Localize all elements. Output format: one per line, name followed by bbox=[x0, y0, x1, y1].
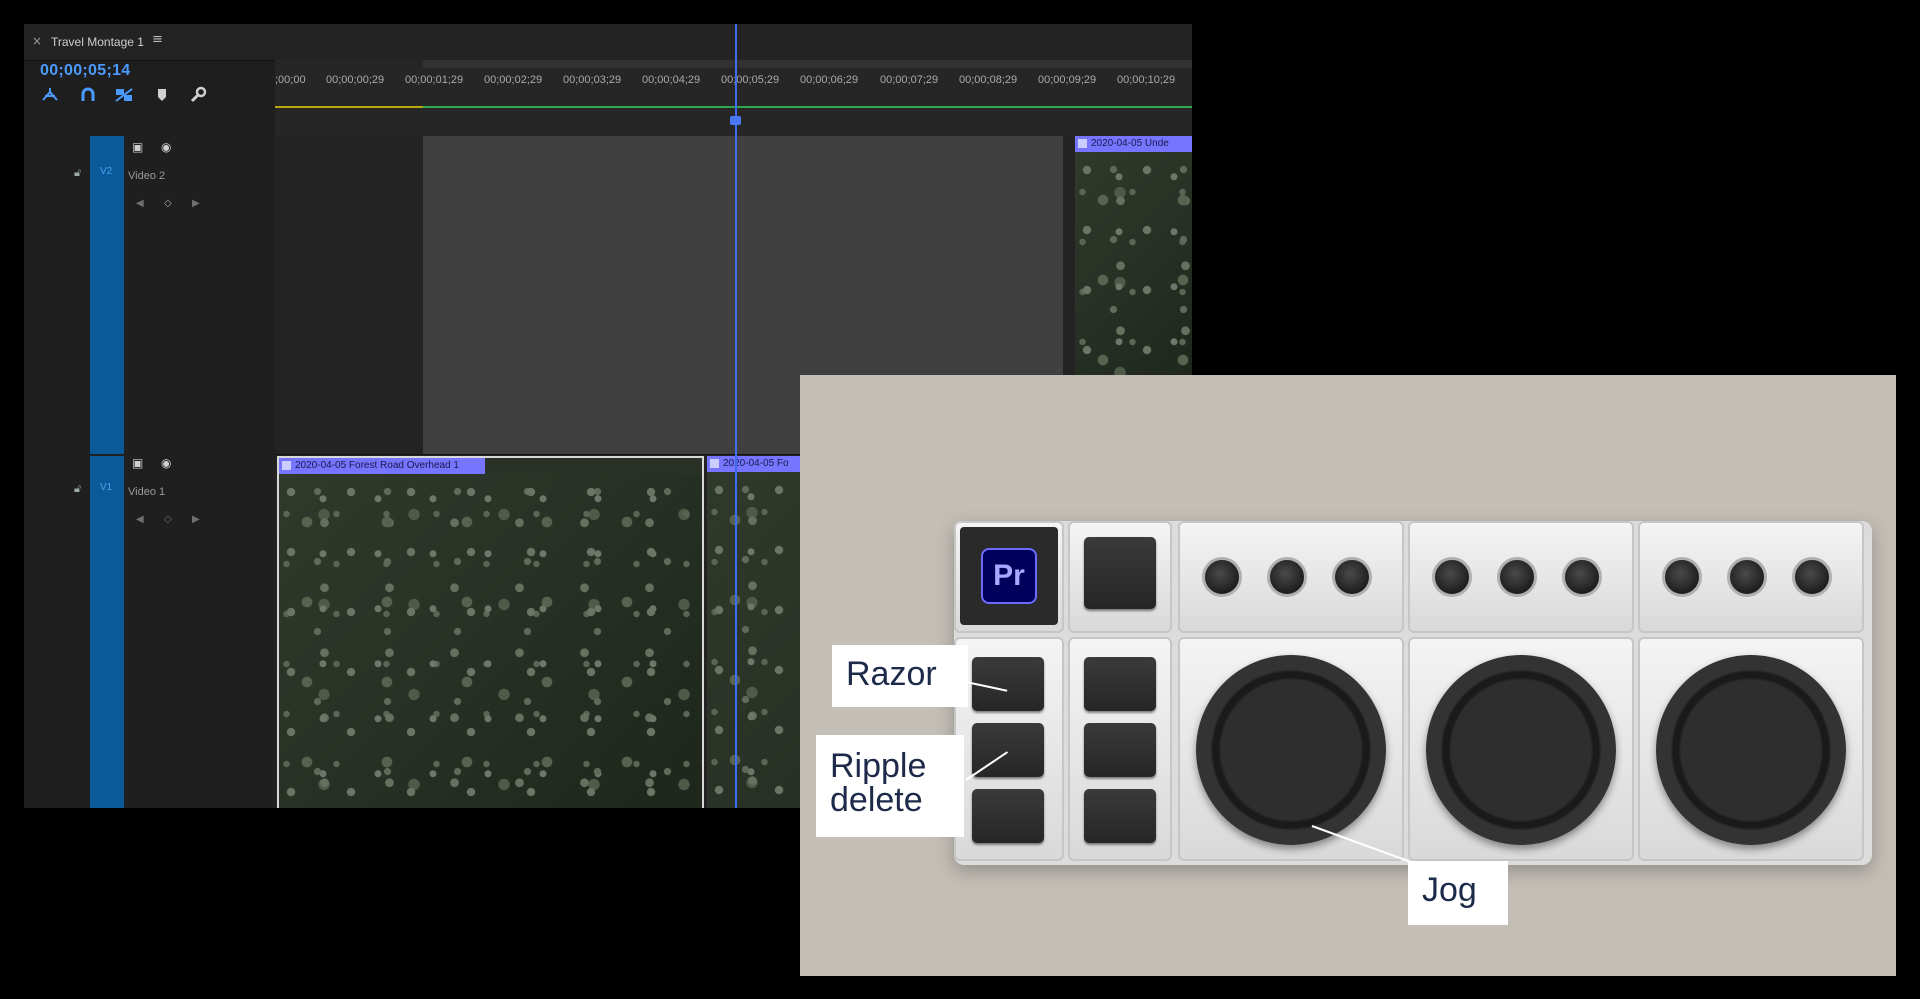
render-bar-unrendered bbox=[275, 106, 423, 108]
next-keyframe-icon[interactable]: ▶ bbox=[192, 514, 200, 525]
track-id-v2: V2 bbox=[100, 166, 113, 177]
fx-badge-icon bbox=[282, 461, 291, 470]
dial-module bbox=[1638, 637, 1864, 861]
ruler-tick: ;00;00 bbox=[275, 74, 306, 86]
control-console: Pr bbox=[954, 521, 1872, 865]
ruler-tick: 00;00;07;29 bbox=[880, 74, 939, 86]
clip-thumbnail bbox=[1075, 152, 1192, 406]
ruler-tick: 00;00;02;29 bbox=[484, 74, 543, 86]
snap-icon[interactable] bbox=[40, 86, 62, 104]
add-keyframe-icon[interactable]: ◇ bbox=[164, 198, 172, 209]
track-id-v1: V1 bbox=[100, 482, 113, 493]
knob bbox=[1432, 557, 1472, 597]
magnet-icon[interactable] bbox=[78, 86, 100, 104]
ruler-tick: 00;00;04;29 bbox=[642, 74, 701, 86]
track-name-v1: Video 1 bbox=[128, 486, 166, 498]
knob bbox=[1727, 557, 1767, 597]
knob bbox=[1497, 557, 1537, 597]
ruler-tick: 00;00;10;29 bbox=[1117, 74, 1176, 86]
prev-keyframe-icon[interactable]: ◀ bbox=[136, 514, 144, 525]
knob bbox=[1202, 557, 1242, 597]
knob-module bbox=[1638, 521, 1864, 633]
knob-module bbox=[1178, 521, 1404, 633]
dial bbox=[1426, 655, 1616, 845]
track-target-v1[interactable] bbox=[90, 456, 124, 808]
knob bbox=[1792, 557, 1832, 597]
app-key: Pr bbox=[960, 527, 1058, 625]
track-target-v2[interactable] bbox=[90, 136, 124, 454]
next-keyframe-icon[interactable]: ▶ bbox=[192, 198, 200, 209]
eye-icon[interactable]: ◉ bbox=[161, 456, 171, 470]
rocker-key bbox=[1084, 537, 1156, 609]
knob bbox=[1332, 557, 1372, 597]
marker-icon[interactable] bbox=[152, 86, 174, 104]
key bbox=[1084, 657, 1156, 711]
add-keyframe-icon[interactable]: ◇ bbox=[164, 514, 172, 525]
wrench-icon[interactable] bbox=[188, 86, 210, 104]
lock-icon[interactable]: 🔓︎ bbox=[74, 482, 81, 496]
dial-module bbox=[1408, 637, 1634, 861]
knob bbox=[1562, 557, 1602, 597]
key-module bbox=[954, 637, 1064, 861]
ruler-tick: 00;00;09;29 bbox=[1038, 74, 1097, 86]
playhead-line[interactable] bbox=[735, 24, 737, 808]
video-clip-selected[interactable]: 2020-04-05 Forest Road Overhead 1 bbox=[277, 456, 704, 808]
editing-console-photo: Pr Razor Ripple delete Jog bbox=[800, 375, 1896, 976]
track-name-v2: Video 2 bbox=[128, 170, 166, 182]
key bbox=[1084, 723, 1156, 777]
toggle-sync-lock-icon[interactable]: ▣ bbox=[132, 140, 143, 154]
ripple-delete-callout: Ripple delete bbox=[816, 735, 964, 837]
ruler-tick: 00;00;06;29 bbox=[800, 74, 859, 86]
linked-selection-icon[interactable] bbox=[114, 86, 136, 104]
jog-dial bbox=[1196, 655, 1386, 845]
jog-callout: Jog bbox=[1408, 861, 1508, 925]
ruler-tick: 00;00;03;29 bbox=[563, 74, 622, 86]
clip-label: 2020-04-05 Forest Road Overhead 1 bbox=[279, 458, 485, 474]
sequence-tab-title[interactable]: Travel Montage 1 bbox=[51, 35, 144, 49]
close-icon[interactable]: × bbox=[32, 34, 42, 48]
clip-label: 2020-04-05 Unde bbox=[1075, 136, 1192, 152]
dial bbox=[1656, 655, 1846, 845]
rocker-module bbox=[1068, 521, 1172, 633]
ruler-tick: 00;00;01;29 bbox=[405, 74, 464, 86]
knob bbox=[1267, 557, 1307, 597]
panel-menu-icon[interactable]: ≡ bbox=[152, 32, 163, 47]
prev-keyframe-icon[interactable]: ◀ bbox=[136, 198, 144, 209]
ruler-tick: 00;00;00;29 bbox=[326, 74, 385, 86]
knob-module bbox=[1408, 521, 1634, 633]
ruler-tick: 00;00;08;29 bbox=[959, 74, 1018, 86]
clip-thumbnail bbox=[279, 474, 702, 808]
eye-icon[interactable]: ◉ bbox=[161, 140, 171, 154]
render-bar-rendered bbox=[423, 106, 1192, 108]
dial-module bbox=[1178, 637, 1404, 861]
playhead-handle[interactable] bbox=[730, 116, 741, 125]
premiere-logo: Pr bbox=[981, 548, 1037, 604]
key bbox=[972, 789, 1044, 843]
ruler-tick: 00;00;05;29 bbox=[721, 74, 780, 86]
panel-tab-bar: × Travel Montage 1 ≡ bbox=[24, 24, 1192, 61]
video-clip[interactable]: 2020-04-05 Unde bbox=[1075, 136, 1192, 406]
key bbox=[1084, 789, 1156, 843]
lock-icon[interactable]: 🔓︎ bbox=[74, 166, 81, 180]
app-module: Pr bbox=[954, 521, 1064, 633]
razor-callout: Razor bbox=[832, 645, 968, 707]
work-area-shade bbox=[423, 60, 1192, 68]
key-module bbox=[1068, 637, 1172, 861]
fx-badge-icon bbox=[1078, 139, 1087, 148]
playhead-timecode[interactable]: 00;00;05;14 bbox=[40, 62, 130, 80]
toggle-sync-lock-icon[interactable]: ▣ bbox=[132, 456, 143, 470]
knob bbox=[1662, 557, 1702, 597]
fx-badge-icon bbox=[710, 459, 719, 468]
track-headers: 🔓︎ V2 ▣ ◉ Video 2 ◀ ◇ ▶ 🔓︎ V1 ▣ ◉ Video … bbox=[24, 136, 275, 808]
